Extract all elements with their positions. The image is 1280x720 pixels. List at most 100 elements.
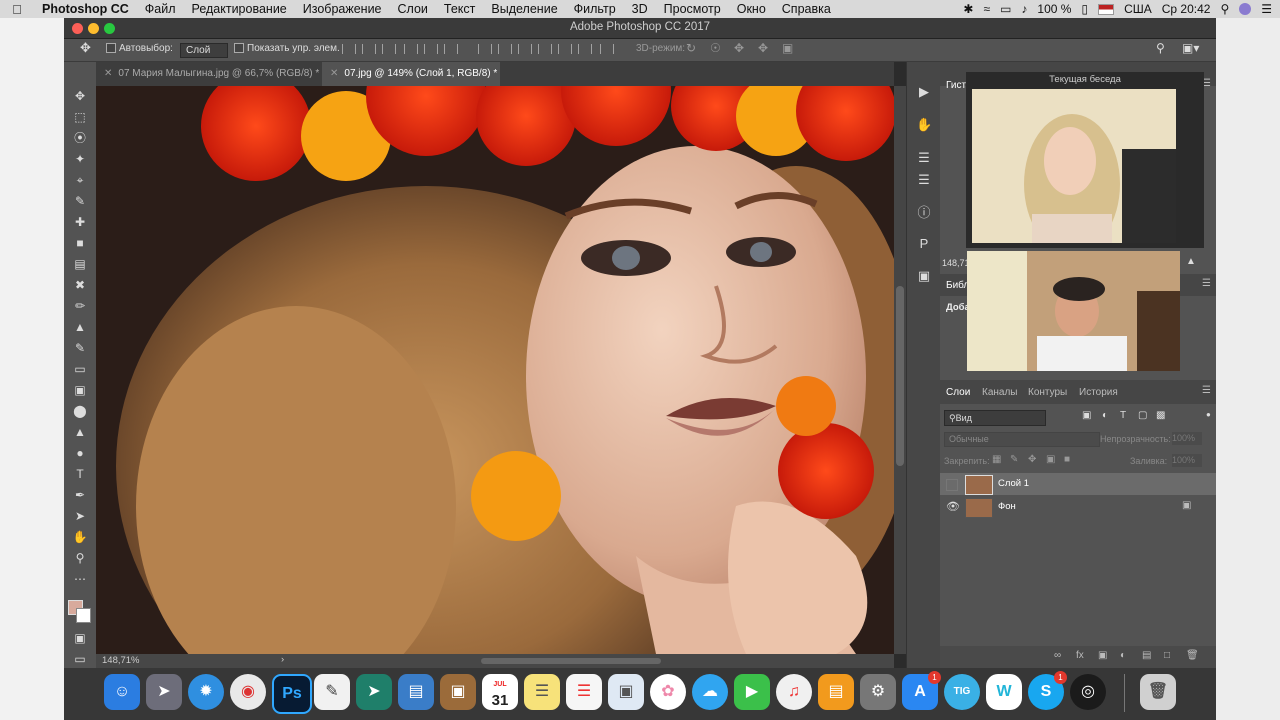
gradient-tool-icon[interactable]: ▣ [72, 382, 88, 398]
menu-file[interactable]: Файл [137, 2, 184, 16]
crop-tool-icon[interactable]: ⌖ [72, 172, 88, 188]
3d-rotate-icon[interactable]: ↻ [686, 41, 696, 55]
layer-style-icon[interactable]: fx [1076, 650, 1084, 661]
autoselect-checkbox[interactable]: Автовыбор: [106, 43, 173, 54]
adjustment-layer-icon[interactable]: ◐ [1120, 650, 1126, 661]
lock-transparent-icon[interactable]: ▦ [992, 454, 1001, 465]
panel-menu-icon[interactable]: ☰ [1202, 385, 1211, 396]
notification-center-icon[interactable]: ☰ [1261, 2, 1272, 16]
tab-document-1[interactable]: ✕ 07 Мария Малыгина.jpg @ 66,7% (RGB/8) * [96, 62, 328, 86]
filter-type-icon[interactable]: T [1120, 410, 1126, 421]
eyedropper-tool-icon[interactable]: ✎ [72, 193, 88, 209]
dodge-tool-icon[interactable]: ● [72, 445, 88, 461]
lasso-tool-icon[interactable]: ⦿ [72, 130, 88, 146]
ibooks-icon[interactable]: ▤ [818, 674, 854, 710]
distribute-right-icon[interactable] [578, 44, 592, 54]
horizontal-scroll-thumb[interactable] [481, 658, 661, 664]
lock-position-icon[interactable]: ✥ [1028, 454, 1036, 465]
align-top-icon[interactable] [342, 44, 356, 54]
tab-history[interactable]: История [1079, 387, 1118, 398]
menu-image[interactable]: Изображение [295, 2, 390, 16]
type-tool-icon[interactable]: T [72, 466, 88, 482]
eye-icon[interactable]: 👁 [946, 500, 960, 513]
app-store-icon[interactable]: A1 [902, 671, 941, 710]
auto-align-icon[interactable] [600, 44, 614, 54]
close-tab-icon[interactable]: ✕ [330, 68, 338, 79]
photos-icon[interactable]: ✿ [650, 674, 686, 710]
menu-app[interactable]: Photoshop CC [34, 2, 137, 16]
layer-filter-dropdown[interactable]: ⚲Вид [944, 410, 1046, 426]
tool-presets-icon[interactable]: ✋ [916, 117, 932, 133]
3d-roll-icon[interactable]: ☉ [710, 41, 721, 55]
finder-icon[interactable]: ☺ [104, 674, 140, 710]
menu-layers[interactable]: Слои [390, 2, 436, 16]
opacity-value[interactable]: 100% [1172, 432, 1202, 445]
brush-tool-icon[interactable]: ✏ [72, 298, 88, 314]
battery-icon[interactable]: ▯ [1081, 2, 1088, 16]
filter-toggle-icon[interactable]: ● [1206, 410, 1211, 419]
layer-row-background[interactable]: 👁 Фон ▣ [940, 496, 1216, 518]
move-tool-icon[interactable]: ✥ [80, 40, 91, 56]
delete-layer-icon[interactable]: 🗑 [1186, 650, 1199, 661]
link-layers-icon[interactable]: ∞ [1054, 650, 1061, 661]
preview-icon[interactable]: ▤ [398, 674, 434, 710]
trash-icon[interactable]: 🗑 [1140, 674, 1176, 710]
contacts-icon[interactable]: ▣ [440, 674, 476, 710]
spotlight-icon[interactable]: ⚲ [1220, 2, 1229, 16]
close-tab-icon[interactable]: ✕ [104, 68, 112, 79]
tig-icon[interactable]: TIG [944, 674, 980, 710]
layer-row-layer1[interactable]: Слой 1 [940, 473, 1216, 495]
distribute-hcenter-icon[interactable] [558, 44, 572, 54]
distribute-vcenter-icon[interactable] [498, 44, 512, 54]
sharpen-tool-icon[interactable]: ▲ [72, 424, 88, 440]
blur-tool-icon[interactable]: ⬤ [72, 403, 88, 419]
eraser-tool-icon[interactable]: ▭ [72, 361, 88, 377]
layer-name[interactable]: Фон [998, 501, 1016, 512]
itunes-icon[interactable]: ♫ [776, 674, 812, 710]
chrome-icon[interactable]: ◉ [230, 674, 266, 710]
align-right-icon[interactable] [444, 44, 458, 54]
distribute-left-icon[interactable] [538, 44, 552, 54]
zoom-tool-icon[interactable]: ⚲ [72, 550, 88, 566]
messages-icon[interactable]: ☁ [692, 674, 728, 710]
3d-slide-icon[interactable]: ✥ [758, 41, 768, 55]
lock-all-icon[interactable]: ■ [1064, 454, 1070, 465]
facetime-icon[interactable]: ▶ [734, 674, 770, 710]
user-avatar-icon[interactable] [1239, 3, 1252, 15]
workspace-icon[interactable]: ▣▾ [1182, 41, 1199, 55]
autoselect-dropdown[interactable]: Слой [180, 43, 228, 58]
apple-icon[interactable]:  [0, 2, 34, 17]
menu-type[interactable]: Текст [436, 2, 483, 16]
pen-tool-icon[interactable]: ✒ [72, 487, 88, 503]
path-select-tool-icon[interactable]: ➤ [72, 508, 88, 524]
tab-layers[interactable]: Слои [946, 387, 970, 398]
layer-visibility-toggle[interactable] [946, 479, 958, 491]
adjustments-icon[interactable]: ☰ [916, 150, 932, 166]
tab-channels[interactable]: Каналы [982, 387, 1018, 398]
move-tool-icon[interactable]: ✥ [72, 88, 88, 104]
filter-smart-object-icon[interactable]: ▩ [1156, 410, 1165, 421]
align-left-icon[interactable] [404, 44, 418, 54]
calendar-icon[interactable]: JUL 31 [482, 674, 518, 710]
menu-help[interactable]: Справка [774, 2, 839, 16]
filter-shape-icon[interactable]: ▢ [1138, 410, 1147, 421]
obs-icon[interactable]: ◎ [1070, 674, 1106, 710]
quick-select-tool-icon[interactable]: ✦ [72, 151, 88, 167]
blend-mode-dropdown[interactable]: Обычные [944, 432, 1100, 447]
launchpad-icon[interactable]: ➤ [146, 674, 182, 710]
layer-mask-icon[interactable]: ▣ [1098, 650, 1107, 661]
volume-icon[interactable]: ♪ [1021, 2, 1027, 16]
status-menu-arrow-icon[interactable]: › [281, 654, 284, 665]
frame-tool-icon[interactable]: ▤ [72, 256, 88, 272]
navigator-zoom[interactable]: 148,71 [942, 258, 970, 268]
airplay-icon[interactable]: ▭ [1000, 2, 1011, 16]
word-app-icon[interactable]: W [986, 674, 1022, 710]
history-brush-tool-icon[interactable]: ✎ [72, 340, 88, 356]
3d-drag-icon[interactable]: ✥ [734, 41, 744, 55]
content-aware-move-tool-icon[interactable]: ✖ [72, 277, 88, 293]
menu-3d[interactable]: 3D [624, 2, 656, 16]
screen-mode-icon[interactable]: ▭ [72, 651, 88, 667]
menu-view[interactable]: Просмотр [656, 2, 729, 16]
align-hcenter-icon[interactable] [424, 44, 438, 54]
new-group-icon[interactable]: ▤ [1142, 650, 1151, 661]
